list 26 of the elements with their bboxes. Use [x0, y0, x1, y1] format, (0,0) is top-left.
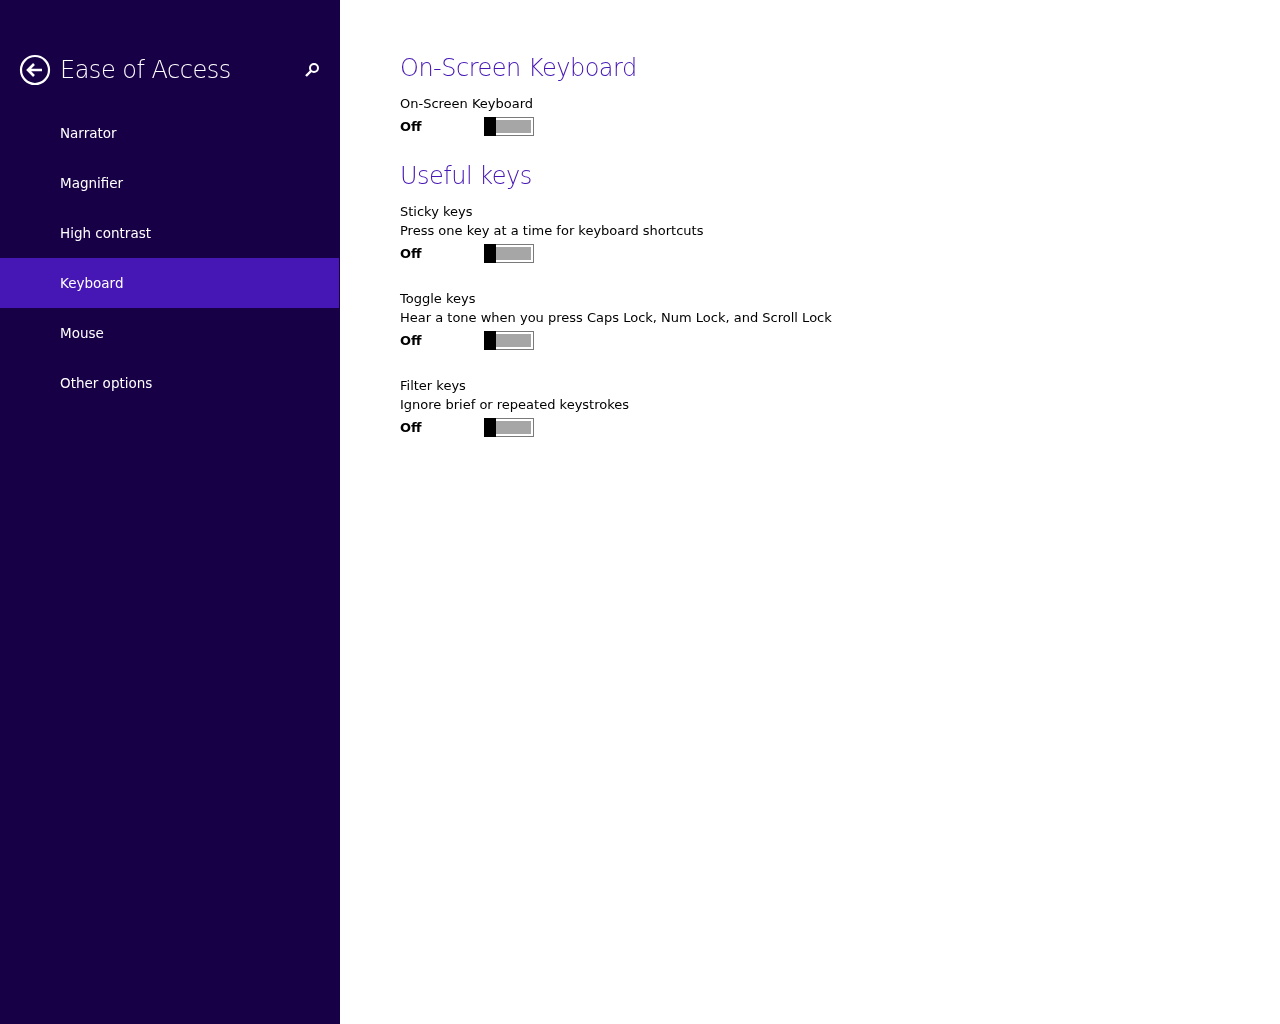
toggle-switch[interactable]	[484, 117, 534, 136]
section-heading: Useful keys	[400, 162, 533, 190]
setting-label: On-Screen Keyboard	[400, 95, 535, 113]
back-icon[interactable]	[19, 54, 51, 86]
sidebar-item[interactable]: Keyboard	[0, 258, 339, 308]
toggle-state: Off	[400, 420, 423, 435]
sidebar-item[interactable]: Mouse	[0, 308, 340, 358]
toggle-state: Off	[400, 119, 423, 134]
search-icon[interactable]	[304, 62, 320, 78]
toggle-switch[interactable]	[484, 331, 534, 350]
sidebar-item[interactable]: High contrast	[0, 208, 340, 258]
toggle-switch[interactable]	[484, 418, 534, 437]
setting-label: Filter keys	[400, 377, 467, 395]
toggle-state: Off	[400, 246, 423, 261]
sidebar-item[interactable]: Other options	[0, 358, 340, 408]
setting-label: Sticky keys	[400, 203, 474, 221]
section-heading: On-Screen Keyboard	[400, 54, 638, 82]
toggle-switch[interactable]	[484, 244, 534, 263]
setting-description: Ignore brief or repeated keystrokes	[400, 396, 631, 414]
setting-label: Toggle keys	[400, 290, 477, 308]
setting-description: Hear a tone when you press Caps Lock, Num Lock, and Scroll Lock	[400, 309, 833, 327]
page-title: Ease of Access	[60, 56, 232, 84]
sidebar-item[interactable]: Narrator	[0, 108, 340, 158]
toggle-state: Off	[400, 333, 423, 348]
setting-description: Press one key at a time for keyboard shortcuts	[400, 222, 705, 240]
sidebar-item[interactable]: Magnifier	[0, 158, 340, 208]
